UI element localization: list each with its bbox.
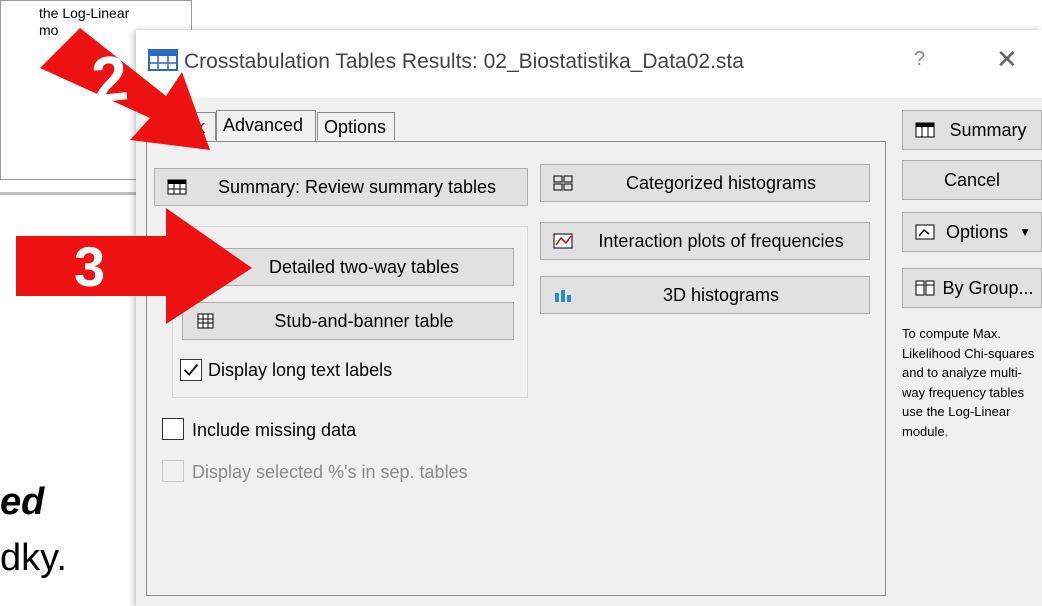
arrow-3-number: 3 [74, 235, 106, 298]
arrow-2-number: 2 [88, 41, 132, 117]
annotation-overlay [16, 28, 252, 324]
arrow-3-icon [16, 208, 252, 324]
